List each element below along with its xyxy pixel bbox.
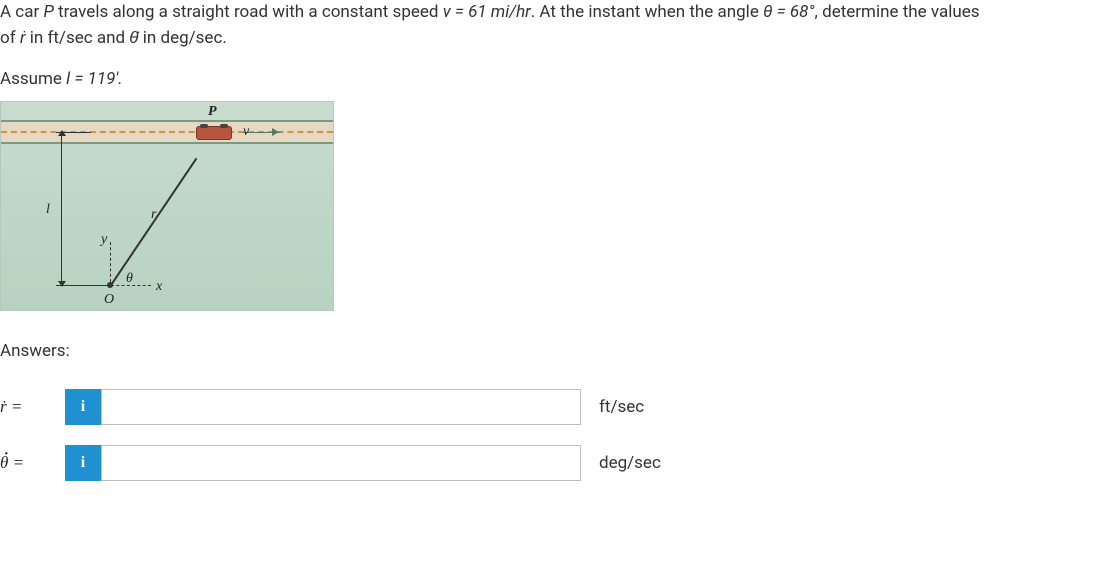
unit-thetadot: deg/sec <box>599 453 661 473</box>
label-v: v <box>243 124 249 140</box>
label-r: r <box>151 207 156 223</box>
dimension-l <box>61 132 62 285</box>
label-p: P <box>208 104 217 120</box>
dim-l-tick-bottom <box>56 285 111 286</box>
assumption: Assume l = 119'. <box>0 69 1118 89</box>
var-thetadot: θ̇ <box>129 28 138 48</box>
rdot-input[interactable] <box>101 389 581 425</box>
theta-dot-symbol: θ <box>0 453 8 473</box>
text: in ft/sec and <box>26 28 130 48</box>
text: . At the instant when the angle <box>531 2 763 22</box>
road <box>1 120 333 144</box>
dim-l-tick-top <box>56 132 91 133</box>
label-o: O <box>104 292 114 308</box>
var-p: P <box>43 2 53 22</box>
problem-statement: A car P travels along a straight road wi… <box>0 0 1118 51</box>
eq-sign: = <box>8 453 24 472</box>
label-theta: θ <box>126 271 133 287</box>
info-icon[interactable]: i <box>65 445 101 481</box>
label-x: x <box>156 279 162 295</box>
unit-rdot: ft/sec <box>599 397 644 417</box>
text: , determine the values <box>815 2 980 22</box>
thetadot-label: θ = <box>0 453 65 473</box>
thetadot-input[interactable] <box>101 445 581 481</box>
answers-heading: Answers: <box>0 341 1118 361</box>
text: A car <box>0 2 43 22</box>
l-equation: l = 119'. <box>66 69 122 89</box>
label-l: l <box>46 202 50 218</box>
text: of <box>0 28 20 48</box>
text: travels along a straight road with a con… <box>54 2 443 22</box>
road-centerline <box>1 131 333 133</box>
problem-diagram: P v O x y θ r l <box>0 101 334 311</box>
label-y: y <box>101 232 107 248</box>
car-icon <box>196 126 232 140</box>
rdot-label: ṙ = <box>0 397 65 417</box>
answer-row-rdot: ṙ = i ft/sec <box>0 389 1118 425</box>
axis-y <box>110 242 111 282</box>
v-equation: v = 61 mi/hr <box>443 2 531 22</box>
text: in deg/sec. <box>139 28 227 48</box>
info-icon[interactable]: i <box>65 389 101 425</box>
text: Assume <box>0 69 66 89</box>
theta-equation: θ = 68° <box>763 2 814 22</box>
answer-row-thetadot: θ = i deg/sec <box>0 445 1118 481</box>
